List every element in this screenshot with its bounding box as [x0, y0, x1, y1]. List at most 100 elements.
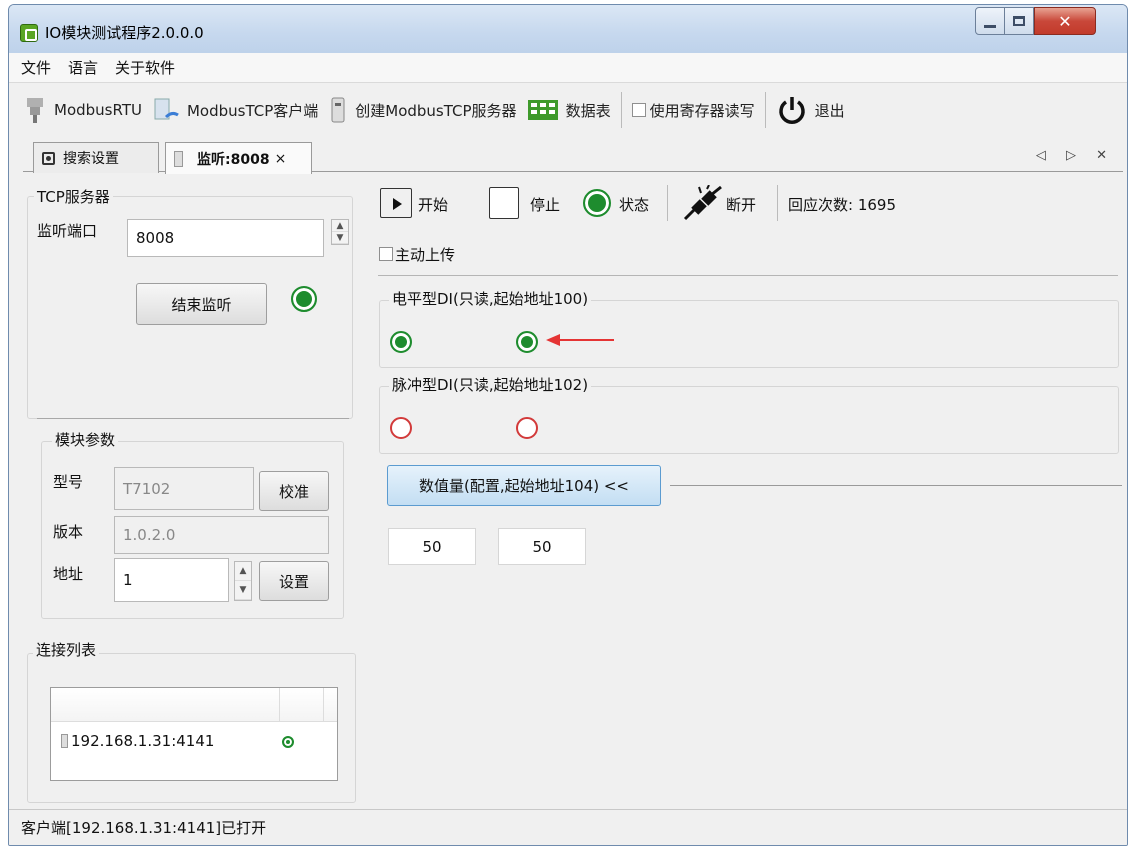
network-computer-icon: [154, 98, 179, 120]
di-level-led-1: [390, 331, 412, 353]
di-level-group: [379, 300, 1119, 368]
start-label[interactable]: 开始: [418, 194, 448, 215]
toolbar-separator: [764, 92, 766, 128]
serial-plug-icon: [27, 98, 43, 123]
listen-status-led: [291, 286, 317, 312]
connection-address: 192.168.1.31:4141: [71, 732, 215, 750]
start-play-icon[interactable]: [380, 188, 412, 218]
numeric-value-1[interactable]: 50: [388, 528, 476, 565]
checkbox-icon: [631, 103, 646, 117]
menu-bar: 文件 语言 关于软件: [9, 53, 1127, 83]
tab-search-settings[interactable]: 搜索设置: [33, 142, 159, 173]
modbus-rtu-button[interactable]: ModbusRTU: [23, 90, 142, 130]
server-icon: [331, 97, 345, 123]
disconnect-label[interactable]: 断开: [726, 194, 756, 215]
status-label: 状态: [619, 196, 650, 214]
create-tcp-server-label: 创建ModbusTCP服务器: [355, 101, 517, 120]
server-icon: [174, 150, 183, 167]
toolbar-separator: [667, 185, 668, 221]
modbus-tcp-client-button[interactable]: ModbusTCP客户端: [152, 90, 318, 130]
di-pulse-group: [379, 386, 1119, 454]
menu-language[interactable]: 语言: [68, 57, 98, 78]
di-pulse-led-2: [516, 417, 538, 439]
exit-label: 退出: [814, 101, 845, 120]
right-panel: 开始 停止 状态 断开 回应次数: 1695 主动上传 电平型DI(只读,起始地…: [374, 175, 1124, 805]
di-level-led-2: [516, 331, 538, 353]
model-field: T7102: [114, 467, 254, 510]
address-input[interactable]: 1: [114, 558, 229, 602]
divider: [670, 485, 1122, 486]
tab-scroll-arrows[interactable]: ◁ ▷ ✕: [1036, 148, 1115, 163]
data-table-button[interactable]: 数据表: [527, 90, 611, 130]
di-level-label: 电平型DI(只读,起始地址100): [389, 288, 592, 309]
settings-icon: [42, 151, 55, 165]
exit-button[interactable]: 退出: [776, 90, 845, 130]
connection-table-header: [51, 688, 337, 722]
modbus-tcp-client-label: ModbusTCP客户端: [186, 101, 319, 120]
close-icon: ✕: [1058, 11, 1072, 31]
tab-listen[interactable]: 监听:8008 ×: [165, 142, 312, 174]
address-spinner[interactable]: ▲ ▼: [234, 561, 252, 601]
divider: [37, 418, 349, 419]
connection-status-led: [282, 736, 294, 748]
tab-close-icon[interactable]: ×: [275, 151, 287, 167]
auto-upload-label: 主动上传: [395, 246, 456, 264]
left-panel: TCP服务器 监听端口 8008 ▲ ▼ 结束监听 模块参数 型号 T7102 校…: [15, 175, 370, 805]
status-text: 客户端[192.168.1.31:4141]已打开: [21, 819, 267, 837]
response-count: 回应次数: 1695: [788, 196, 896, 214]
address-label: 地址: [53, 565, 84, 583]
model-label: 型号: [53, 473, 84, 491]
status-bar: 客户端[192.168.1.31:4141]已打开: [9, 809, 1127, 845]
column-divider: [323, 688, 324, 722]
module-params-label: 模块参数: [52, 429, 119, 450]
auto-upload-checkbox[interactable]: [379, 247, 393, 261]
connection-list-label: 连接列表: [33, 639, 100, 660]
minimize-icon: [984, 24, 996, 28]
toolbar-separator: [620, 92, 622, 128]
numeric-config-toggle-button[interactable]: 数值量(配置,起始地址104) <<: [387, 465, 661, 506]
status-led: [583, 189, 611, 217]
column-divider: [279, 688, 280, 722]
di-pulse-label: 脉冲型DI(只读,起始地址102): [389, 374, 592, 395]
stop-square-icon[interactable]: [489, 187, 519, 219]
listen-port-input[interactable]: 8008: [127, 219, 324, 257]
listen-port-spinner[interactable]: ▲ ▼: [331, 219, 349, 245]
close-button[interactable]: ✕: [1034, 7, 1096, 35]
power-icon: [778, 97, 805, 124]
menu-about[interactable]: 关于软件: [115, 57, 175, 78]
maximize-button[interactable]: [1004, 7, 1034, 35]
calibrate-button[interactable]: 校准: [259, 471, 329, 511]
register-rw-label: 使用寄存器读写: [649, 101, 755, 120]
modbus-rtu-label: ModbusRTU: [54, 101, 142, 119]
maximize-icon: [1013, 16, 1025, 26]
stop-label[interactable]: 停止: [530, 194, 560, 215]
tab-bar: 搜索设置 监听:8008 × ◁ ▷ ✕: [23, 142, 1123, 174]
register-rw-checkbox[interactable]: 使用寄存器读写: [631, 90, 755, 130]
create-tcp-server-button[interactable]: 创建ModbusTCP服务器: [328, 90, 517, 130]
minimize-button[interactable]: [975, 7, 1005, 35]
table-row[interactable]: 192.168.1.31:4141: [51, 722, 337, 760]
tab-listen-label: 监听:8008: [197, 151, 270, 168]
table-icon: [527, 100, 558, 120]
menu-file[interactable]: 文件: [21, 57, 51, 78]
unplug-icon[interactable]: [681, 185, 723, 223]
app-icon: [20, 24, 38, 42]
red-arrow-annotation: [546, 334, 614, 346]
version-label: 版本: [53, 523, 84, 541]
di-pulse-led-1: [390, 417, 412, 439]
stop-listen-button[interactable]: 结束监听: [136, 283, 267, 325]
version-field: 1.0.2.0: [114, 516, 329, 554]
client-icon: [61, 734, 68, 748]
numeric-value-2[interactable]: 50: [498, 528, 586, 565]
toolbar-separator: [777, 185, 778, 221]
divider: [378, 275, 1118, 276]
connection-table: 192.168.1.31:4141: [50, 687, 338, 781]
data-table-label: 数据表: [565, 101, 611, 120]
tcp-server-label: TCP服务器: [34, 186, 113, 207]
app-window: IO模块测试程序2.0.0.0 ✕ 文件 语言 关于软件 ModbusRTU M…: [8, 4, 1128, 846]
tab-search-label: 搜索设置: [63, 151, 119, 167]
title-bar: IO模块测试程序2.0.0.0 ✕: [9, 5, 1127, 53]
window-title: IO模块测试程序2.0.0.0: [45, 24, 204, 42]
set-address-button[interactable]: 设置: [259, 561, 329, 601]
toolbar: ModbusRTU ModbusTCP客户端 创建ModbusTCP服务器 数据…: [9, 85, 1127, 135]
